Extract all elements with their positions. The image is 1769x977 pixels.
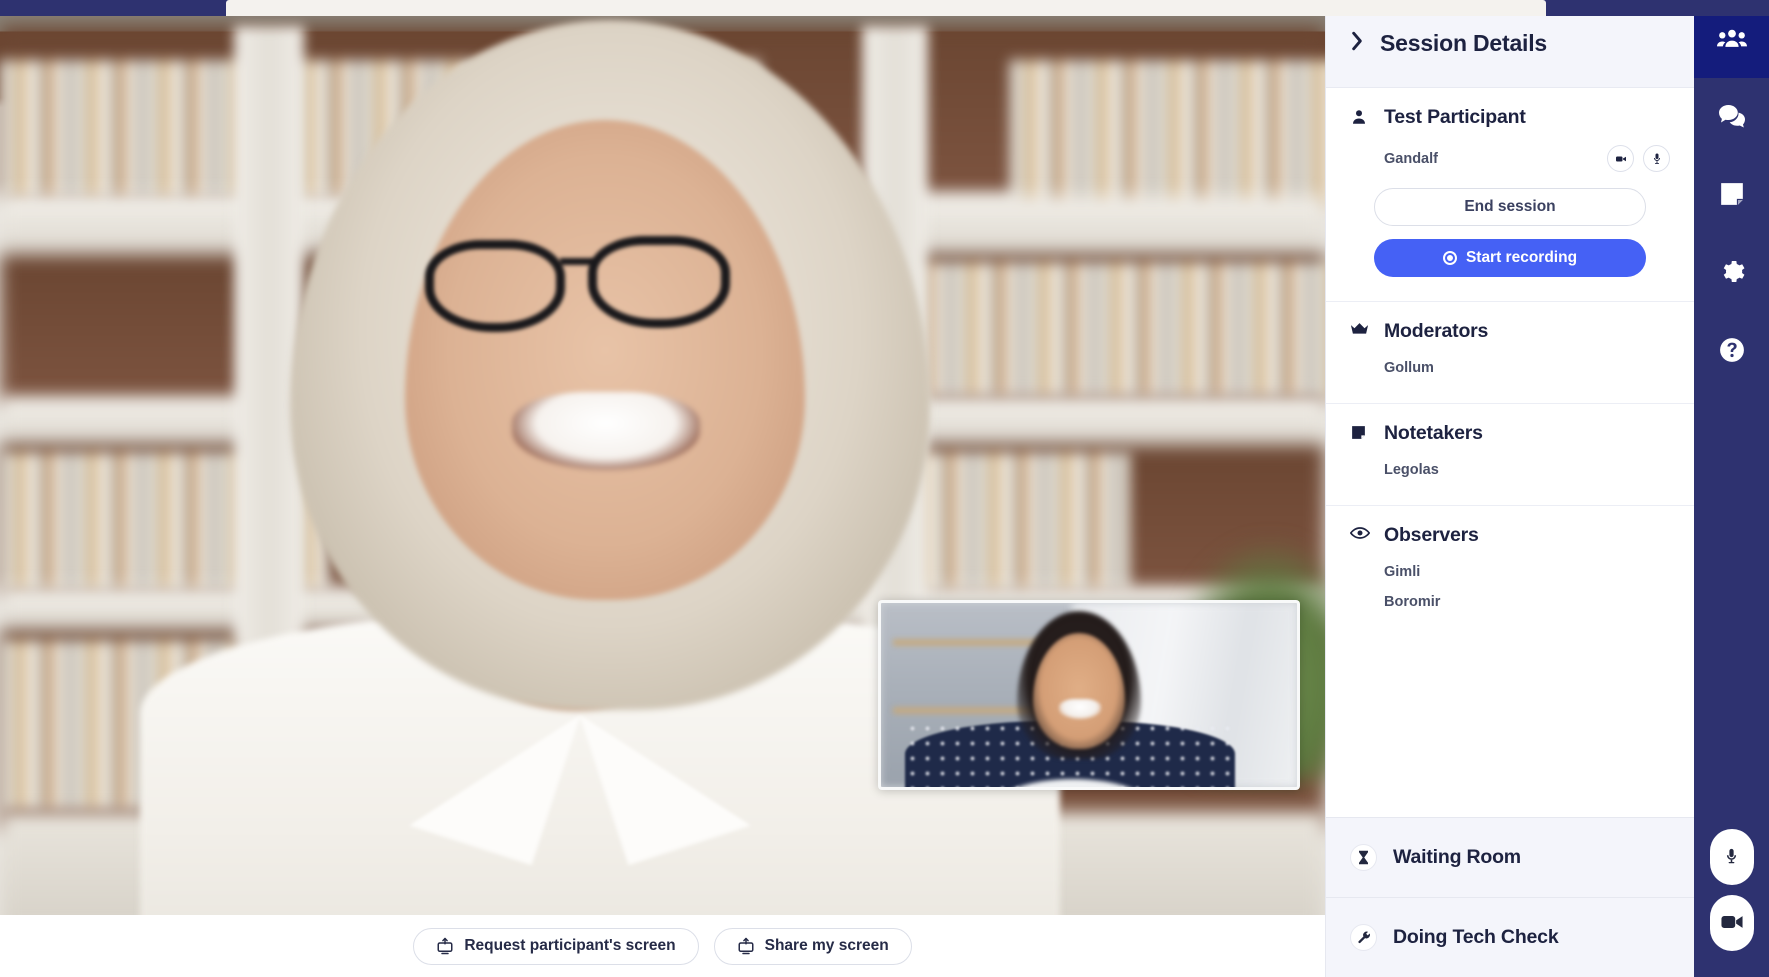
person-icon bbox=[1350, 108, 1370, 128]
gear-icon bbox=[1718, 258, 1745, 288]
section-moderators: Moderators Gollum bbox=[1326, 302, 1694, 404]
mic-toggle-button[interactable] bbox=[1709, 829, 1754, 885]
note-icon bbox=[1350, 424, 1370, 444]
crown-icon bbox=[1350, 322, 1370, 342]
participant-name: Gandalf bbox=[1384, 150, 1438, 167]
share-my-screen-label: Share my screen bbox=[764, 937, 889, 954]
speaker-glasses-bridge bbox=[560, 258, 594, 265]
section-observers: Observers Gimli Boromir bbox=[1326, 506, 1694, 637]
pip-self-video[interactable] bbox=[878, 600, 1300, 790]
books-row-1b bbox=[1010, 60, 1325, 210]
list-item: Legolas bbox=[1350, 455, 1670, 485]
rail-item-settings[interactable] bbox=[1694, 234, 1769, 312]
people-icon bbox=[1716, 27, 1747, 52]
screen-share-icon bbox=[737, 937, 755, 955]
request-participant-screen-button[interactable]: Request participant's screen bbox=[413, 927, 699, 965]
speaker-glasses-right bbox=[588, 236, 730, 328]
record-dot-icon bbox=[1442, 251, 1457, 265]
browser-tab-strip bbox=[226, 0, 1546, 16]
list-item: Gimli bbox=[1350, 557, 1670, 587]
share-my-screen-button[interactable]: Share my screen bbox=[713, 927, 912, 965]
hourglass-icon bbox=[1350, 844, 1377, 871]
rail-item-help[interactable] bbox=[1694, 312, 1769, 390]
status-waiting-room[interactable]: Waiting Room bbox=[1326, 817, 1694, 897]
pip-video-content bbox=[881, 603, 1297, 787]
start-recording-button[interactable]: Start recording bbox=[1374, 239, 1646, 277]
section-title-moderators: Moderators bbox=[1384, 320, 1489, 342]
right-icon-rail bbox=[1694, 0, 1769, 977]
end-session-button[interactable]: End session bbox=[1374, 188, 1646, 226]
pip-shelf-line-1 bbox=[893, 639, 1053, 646]
moderator-name: Gollum bbox=[1384, 360, 1434, 376]
notetaker-name: Legolas bbox=[1384, 462, 1439, 478]
session-details-panel: Session Details Test Participant Gandalf bbox=[1325, 0, 1694, 977]
observer-name: Boromir bbox=[1384, 594, 1441, 610]
list-item: Gandalf bbox=[1350, 139, 1670, 178]
status-doing-tech-check[interactable]: Doing Tech Check bbox=[1326, 897, 1694, 977]
status-doing-tech-check-label: Doing Tech Check bbox=[1393, 926, 1559, 948]
participant-mic-toggle[interactable] bbox=[1643, 145, 1670, 172]
participant-camera-toggle[interactable] bbox=[1607, 145, 1634, 172]
start-recording-label: Start recording bbox=[1465, 249, 1578, 266]
microphone-icon bbox=[1723, 846, 1740, 869]
books-row-2 bbox=[880, 262, 1325, 397]
section-title-test-participant: Test Participant bbox=[1384, 106, 1526, 128]
section-title-notetakers: Notetakers bbox=[1384, 422, 1483, 444]
list-item: Boromir bbox=[1350, 587, 1670, 617]
main-speaker-video bbox=[0, 0, 1325, 977]
section-header: Notetakers bbox=[1350, 422, 1670, 445]
rail-device-controls bbox=[1709, 829, 1754, 977]
screen-share-icon bbox=[436, 937, 454, 955]
participant-media-controls bbox=[1607, 145, 1670, 172]
eye-icon bbox=[1349, 526, 1371, 546]
speaker-smile bbox=[512, 392, 700, 470]
screen-share-toolbar: Request participant's screen Share my sc… bbox=[0, 915, 1325, 977]
rail-nav-items bbox=[1694, 0, 1769, 390]
section-header: Observers bbox=[1349, 524, 1670, 547]
rail-item-chat[interactable] bbox=[1694, 78, 1769, 156]
section-title-observers: Observers bbox=[1384, 524, 1479, 546]
observer-name: Gimli bbox=[1384, 564, 1421, 580]
panel-footer: Waiting Room Doing Tech Check bbox=[1326, 817, 1694, 977]
chat-bubbles-icon bbox=[1718, 103, 1746, 132]
list-item: Gollum bbox=[1350, 353, 1670, 383]
sticky-note-icon bbox=[1719, 181, 1745, 210]
chevron-right-icon[interactable] bbox=[1350, 31, 1364, 56]
section-test-participant: Test Participant Gandalf End session Sta… bbox=[1326, 88, 1694, 302]
status-waiting-room-label: Waiting Room bbox=[1393, 846, 1521, 868]
video-camera-icon bbox=[1720, 914, 1743, 933]
section-notetakers: Notetakers Legolas bbox=[1326, 404, 1694, 506]
request-participant-screen-label: Request participant's screen bbox=[464, 937, 676, 954]
panel-body: Test Participant Gandalf End session Sta… bbox=[1326, 88, 1694, 817]
rail-item-notes[interactable] bbox=[1694, 156, 1769, 234]
browser-top-strip bbox=[0, 0, 1769, 16]
video-stage: Request participant's screen Share my sc… bbox=[0, 0, 1325, 977]
camera-toggle-button[interactable] bbox=[1709, 895, 1754, 951]
wrench-icon bbox=[1350, 924, 1377, 951]
speaker-glasses-left bbox=[425, 240, 565, 332]
pip-smile bbox=[1059, 699, 1101, 719]
help-circle-icon bbox=[1719, 337, 1745, 366]
session-app: Request participant's screen Share my sc… bbox=[0, 0, 1769, 977]
section-header: Moderators bbox=[1350, 320, 1670, 343]
session-action-buttons: End session Start recording bbox=[1350, 178, 1670, 281]
section-header: Test Participant bbox=[1350, 106, 1670, 129]
page-title: Session Details bbox=[1380, 30, 1548, 56]
